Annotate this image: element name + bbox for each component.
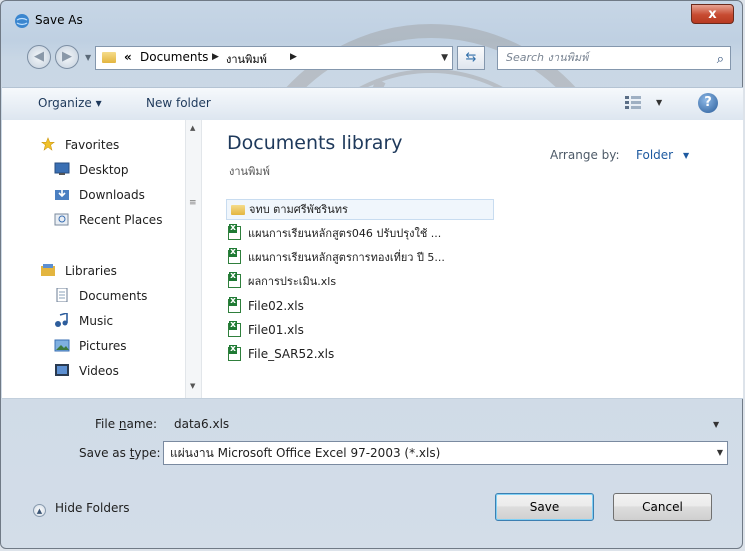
library-subtitle: งานพิมพ์ bbox=[229, 165, 270, 178]
nav-documents[interactable]: Documents bbox=[79, 286, 147, 306]
file-name-input[interactable]: data6.xls bbox=[167, 412, 732, 436]
scroll-thumb[interactable]: ≡ bbox=[189, 198, 197, 208]
nav-desktop[interactable]: Desktop bbox=[79, 160, 129, 180]
command-toolbar: Organize ▾ New folder ▼ ? bbox=[2, 87, 743, 121]
breadcrumb-overflow[interactable]: « bbox=[124, 50, 132, 64]
breadcrumb-arrow-icon[interactable]: ▶ bbox=[290, 52, 297, 62]
nav-recent-places[interactable]: Recent Places bbox=[79, 210, 162, 230]
excel-file-icon bbox=[228, 345, 241, 361]
file-list-item[interactable]: แผนการเรียนหลักสูตร046 ปรับปรุงใช้ ... bbox=[226, 223, 494, 244]
downloads-icon bbox=[55, 188, 69, 200]
new-folder-button[interactable]: New folder bbox=[146, 96, 211, 110]
arrange-by-chevron-icon[interactable]: ▼ bbox=[683, 151, 689, 160]
nav-videos[interactable]: Videos bbox=[79, 361, 119, 381]
arrange-by-dropdown[interactable]: Folder bbox=[636, 148, 673, 162]
file-list-item[interactable]: File02.xls bbox=[226, 296, 494, 317]
folder-icon bbox=[231, 205, 245, 215]
address-bar[interactable]: « Documents ▶ งานพิมพ์ ▶ ▼ bbox=[95, 46, 453, 70]
navigation-pane-scrollbar[interactable]: ▲ ≡ ▼ bbox=[185, 120, 202, 398]
file-name: File01.xls bbox=[248, 323, 304, 337]
type-dropdown-icon[interactable]: ▼ bbox=[717, 442, 723, 464]
libraries-icon bbox=[41, 264, 55, 276]
pictures-icon bbox=[54, 339, 70, 352]
nav-downloads[interactable]: Downloads bbox=[79, 185, 145, 205]
save-as-type-value: แผ่นงาน Microsoft Office Excel 97-2003 (… bbox=[170, 446, 441, 460]
excel-file-icon bbox=[228, 321, 241, 337]
view-options-dropdown-icon[interactable]: ▼ bbox=[656, 98, 662, 107]
save-as-type-select[interactable]: แผ่นงาน Microsoft Office Excel 97-2003 (… bbox=[163, 441, 728, 465]
file-name-dropdown-icon[interactable]: ▼ bbox=[713, 420, 719, 429]
arrange-by-label: Arrange by: bbox=[550, 148, 620, 162]
file-list-item[interactable]: จทบ ตามศรีพัชรินทร bbox=[226, 199, 494, 220]
excel-file-icon bbox=[228, 297, 241, 313]
window-title: Save As bbox=[35, 13, 83, 27]
search-icon[interactable]: ⌕ bbox=[717, 49, 724, 71]
hide-folders-button[interactable]: Hide Folders bbox=[55, 501, 130, 515]
file-list-item[interactable]: ผลการประเมิน.xls bbox=[226, 271, 494, 292]
file-name: แผนการเรียนหลักสูตรการทองเที่ยว ปี 5... bbox=[248, 251, 445, 264]
excel-file-icon bbox=[228, 272, 241, 288]
content-area: Favorites Desktop Downloads Recent Place… bbox=[2, 120, 743, 399]
nav-libraries[interactable]: Libraries bbox=[65, 261, 117, 281]
save-as-type-label: Save as type: bbox=[79, 446, 161, 460]
library-title: Documents library bbox=[227, 132, 403, 154]
nav-music[interactable]: Music bbox=[79, 311, 113, 331]
nav-pictures[interactable]: Pictures bbox=[79, 336, 127, 356]
music-icon bbox=[55, 313, 68, 327]
scroll-down-icon[interactable]: ▼ bbox=[190, 382, 195, 390]
file-name: ผลการประเมิน.xls bbox=[248, 275, 337, 288]
file-name: File02.xls bbox=[248, 299, 304, 313]
videos-icon bbox=[55, 364, 69, 376]
documents-icon bbox=[56, 288, 68, 302]
navigation-row: ◀ ▶ ▼ « Documents ▶ งานพิมพ์ ▶ ▼ ⇆ Searc… bbox=[1, 41, 742, 77]
save-as-dialog: Save As x ◀ ▶ ▼ « Documents ▶ งานพิมพ์ ▶… bbox=[0, 0, 743, 549]
file-name: จทบ ตามศรีพัชรินทร bbox=[249, 203, 348, 216]
excel-file-icon bbox=[228, 248, 241, 264]
file-list-item[interactable]: File_SAR52.xls bbox=[226, 344, 494, 365]
file-name: แผนการเรียนหลักสูตร046 ปรับปรุงใช้ ... bbox=[248, 227, 442, 240]
refresh-button[interactable]: ⇆ bbox=[457, 46, 485, 70]
folder-icon bbox=[102, 52, 116, 63]
star-icon bbox=[41, 137, 55, 151]
file-list-item[interactable]: File01.xls bbox=[226, 320, 494, 341]
file-name-label: File name: bbox=[95, 417, 157, 431]
file-name: File_SAR52.xls bbox=[248, 347, 335, 361]
excel-file-icon bbox=[228, 224, 241, 240]
nav-favorites[interactable]: Favorites bbox=[65, 135, 119, 155]
close-button[interactable]: x bbox=[691, 4, 734, 24]
file-list-item[interactable]: แผนการเรียนหลักสูตรการทองเที่ยว ปี 5... bbox=[226, 247, 494, 268]
cancel-button[interactable]: Cancel bbox=[613, 493, 712, 521]
back-button[interactable]: ◀ bbox=[27, 45, 51, 69]
address-dropdown-icon[interactable]: ▼ bbox=[441, 53, 448, 63]
save-button[interactable]: Save bbox=[495, 493, 594, 521]
title-bar: Save As x bbox=[1, 1, 742, 35]
hide-folders-chevron-icon[interactable]: ▲ bbox=[33, 504, 46, 517]
navigation-pane: Favorites Desktop Downloads Recent Place… bbox=[2, 120, 185, 398]
forward-button[interactable]: ▶ bbox=[55, 45, 79, 69]
desktop-icon bbox=[54, 162, 70, 175]
breadcrumb-arrow-icon[interactable]: ▶ bbox=[212, 52, 219, 62]
breadcrumb-current-folder[interactable]: งานพิมพ์ bbox=[226, 50, 267, 68]
breadcrumb-documents[interactable]: Documents bbox=[140, 50, 208, 64]
app-globe-icon bbox=[15, 14, 29, 28]
recent-places-icon bbox=[54, 213, 69, 226]
change-view-icon[interactable] bbox=[624, 94, 642, 110]
recent-pages-dropdown-icon[interactable]: ▼ bbox=[85, 53, 91, 62]
help-icon[interactable]: ? bbox=[698, 93, 718, 113]
scroll-up-icon[interactable]: ▲ bbox=[190, 124, 195, 132]
search-input[interactable]: Search งานพิมพ์ ⌕ bbox=[497, 46, 731, 70]
search-placeholder: Search งานพิมพ์ bbox=[506, 51, 589, 64]
organize-menu-button[interactable]: Organize ▾ bbox=[38, 96, 102, 110]
